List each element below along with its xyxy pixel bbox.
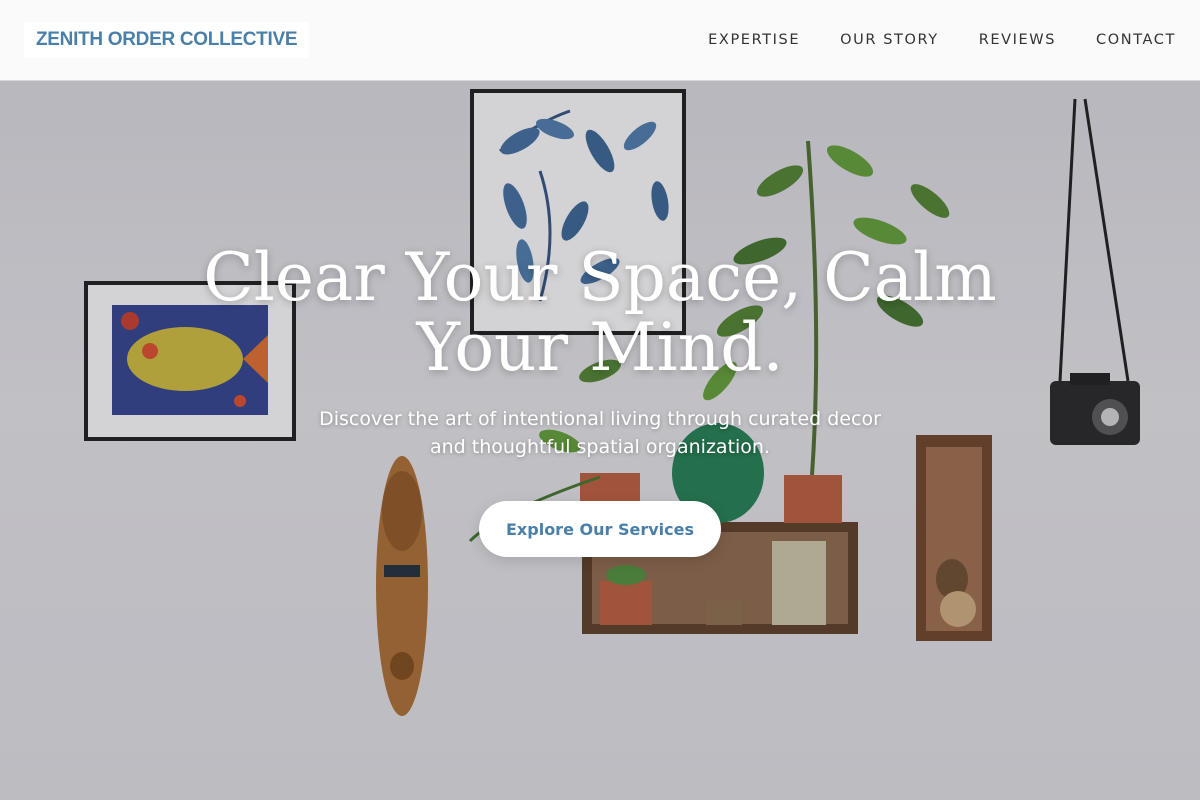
- hero-content: Clear Your Space, Calm Your Mind. Discov…: [0, 81, 1200, 800]
- brand-logo[interactable]: ZENITH ORDER COLLECTIVE: [24, 22, 310, 58]
- hero-headline: Clear Your Space, Calm Your Mind.: [203, 239, 997, 386]
- nav-link-contact[interactable]: CONTACT: [1096, 32, 1176, 48]
- main-nav: EXPERTISE OUR STORY REVIEWS CONTACT: [708, 32, 1176, 48]
- nav-link-expertise[interactable]: EXPERTISE: [708, 32, 800, 48]
- site-header: ZENITH ORDER COLLECTIVE EXPERTISE OUR ST…: [0, 0, 1200, 81]
- explore-services-button[interactable]: Explore Our Services: [479, 501, 721, 557]
- nav-link-reviews[interactable]: REVIEWS: [979, 32, 1056, 48]
- hero-subtext: Discover the art of intentional living t…: [319, 408, 881, 458]
- nav-link-our-story[interactable]: OUR STORY: [840, 32, 939, 48]
- hero-section: Clear Your Space, Calm Your Mind. Discov…: [0, 81, 1200, 800]
